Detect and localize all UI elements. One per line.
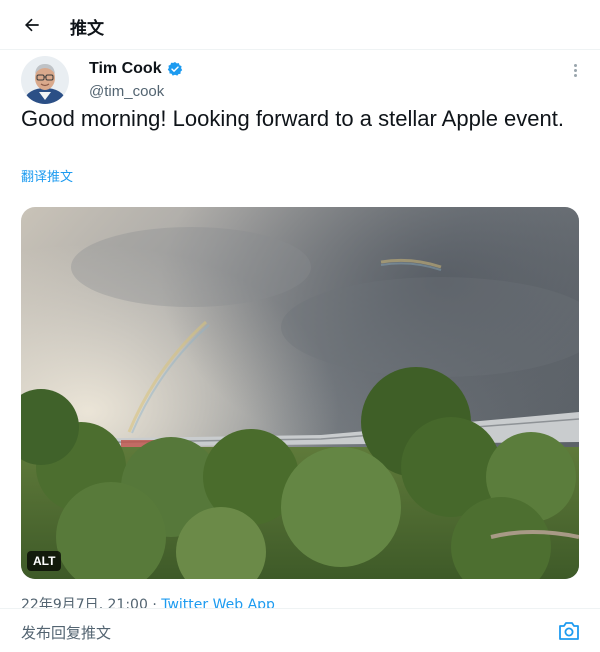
more-vertical-icon [573, 63, 577, 67]
camera-button[interactable] [558, 621, 580, 641]
more-options-button[interactable] [565, 60, 585, 80]
reply-input[interactable]: 发布回复推文 [21, 622, 111, 643]
top-bar: 推文 [0, 0, 600, 50]
verified-badge-icon [167, 62, 182, 76]
reply-composer: 发布回复推文 [0, 608, 600, 652]
alt-text-badge[interactable]: ALT [27, 551, 62, 571]
name-row: Tim Cook [89, 60, 183, 78]
page-title: 推文 [70, 19, 104, 39]
back-button[interactable] [18, 11, 46, 39]
user-handle[interactable]: @tim_cook [89, 83, 164, 100]
tweet-photo[interactable]: ALT [21, 207, 579, 579]
display-name[interactable]: Tim Cook [89, 60, 162, 78]
avatar[interactable] [21, 56, 69, 104]
tweet-text: Good morning! Looking forward to a stell… [21, 106, 564, 131]
camera-icon [559, 622, 579, 640]
translate-tweet-link[interactable]: 翻译推文 [21, 166, 73, 185]
arrow-left-icon [25, 18, 39, 32]
tweet-author: Tim Cook @tim_cook [21, 56, 581, 104]
